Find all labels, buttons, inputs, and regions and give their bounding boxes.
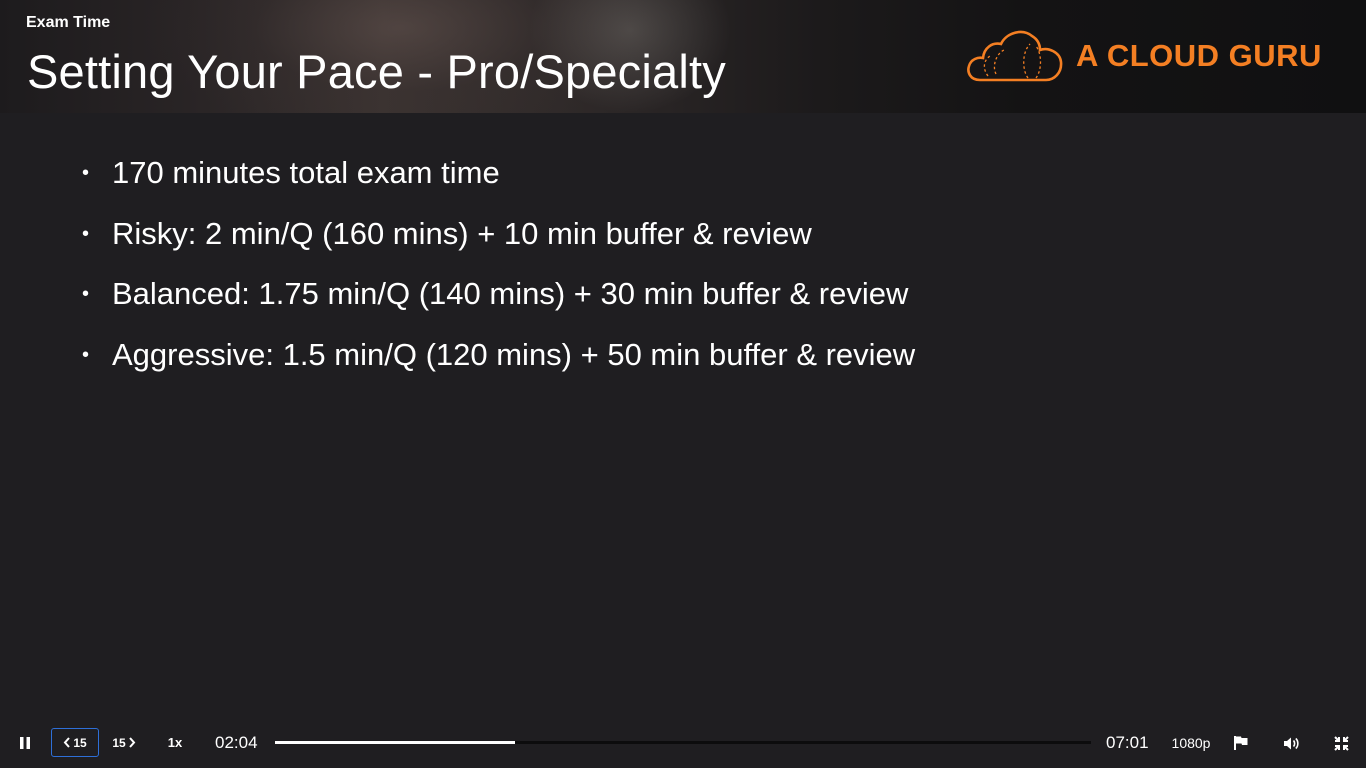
rewind-label: 15 xyxy=(73,735,87,750)
current-time: 02:04 xyxy=(215,733,258,752)
bullet-text: 170 minutes total exam time xyxy=(112,155,500,190)
bullet-marker: • xyxy=(82,283,90,305)
flag-button[interactable] xyxy=(1228,730,1254,756)
volume-button[interactable] xyxy=(1278,730,1304,756)
brand-logo-text: A CLOUD GURU xyxy=(1076,38,1322,73)
slide-header: Exam Time Setting Your Pace - Pro/Specia… xyxy=(0,0,1366,113)
bullet-text: Aggressive: 1.5 min/Q (120 mins) + 50 mi… xyxy=(112,336,916,372)
bullet-marker: • xyxy=(82,343,90,366)
volume-icon xyxy=(1283,737,1299,749)
bullet-marker: • xyxy=(82,222,90,245)
forward-label: 15 xyxy=(112,735,126,750)
flag-icon xyxy=(1234,736,1248,750)
quality-button[interactable]: 1080p xyxy=(1168,730,1214,756)
bullet-text: Risky: 2 min/Q (160 mins) + 10 min buffe… xyxy=(112,215,812,251)
playback-speed-button[interactable]: 1x xyxy=(158,728,192,757)
progress-fill xyxy=(275,741,515,744)
player-control-bar: 15 15 1x 02:04 07:01 1080p xyxy=(0,718,1366,768)
rewind-15-button[interactable]: 15 xyxy=(51,728,99,757)
pause-button[interactable] xyxy=(10,730,40,756)
forward-15-button[interactable]: 15 xyxy=(104,728,144,757)
video-frame[interactable]: Exam Time Setting Your Pace - Pro/Specia… xyxy=(0,0,1366,768)
total-time: 07:01 xyxy=(1106,733,1149,752)
brand-logo: A CLOUD GURU xyxy=(966,28,1326,84)
pause-icon xyxy=(20,737,30,749)
bullet-marker: • xyxy=(82,162,90,184)
progress-bar[interactable] xyxy=(275,741,1091,744)
lesson-title: Exam Time xyxy=(26,14,111,31)
bullet-text: Balanced: 1.75 min/Q (140 mins) + 30 min… xyxy=(112,276,909,311)
slide-title: Setting Your Pace - Pro/Specialty xyxy=(27,45,726,98)
exit-fullscreen-icon xyxy=(1333,735,1349,751)
exit-fullscreen-button[interactable] xyxy=(1328,730,1354,756)
chevron-right-icon xyxy=(128,737,136,748)
chevron-left-icon xyxy=(63,737,71,748)
cloud-logo-icon xyxy=(967,30,1063,82)
